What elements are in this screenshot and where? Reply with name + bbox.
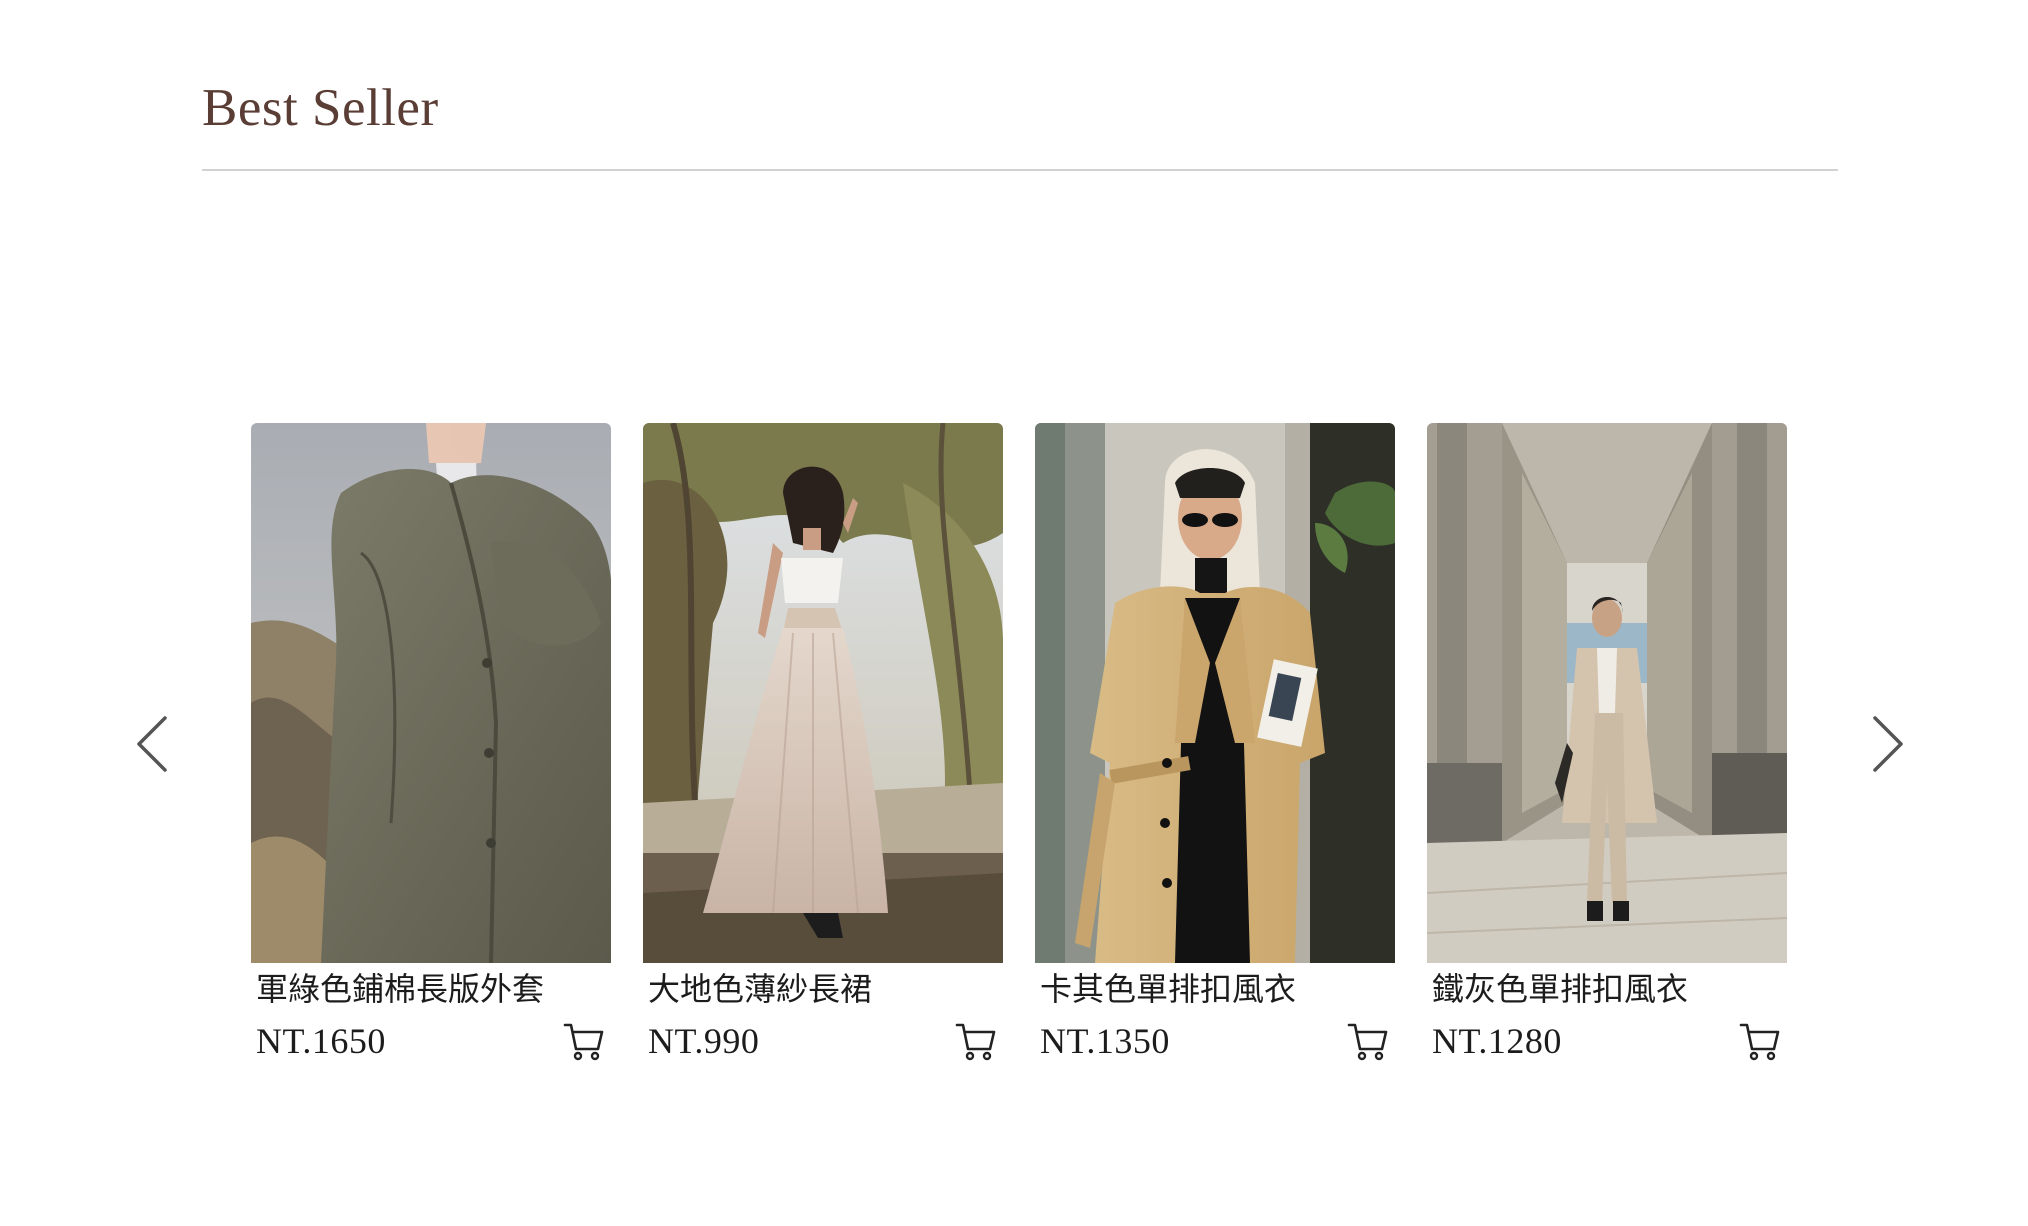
shopping-cart-icon xyxy=(1347,1023,1388,1061)
product-name[interactable]: 鐵灰色單排扣風衣 xyxy=(1432,968,1787,1010)
product-image[interactable] xyxy=(1427,423,1787,963)
carousel-next-button[interactable] xyxy=(1864,712,1912,776)
shopping-cart-icon xyxy=(563,1023,604,1061)
product-card[interactable]: 卡其色單排扣風衣 NT.1350 xyxy=(1035,423,1395,1068)
chevron-right-icon xyxy=(1873,716,1903,772)
title-divider xyxy=(202,169,1838,171)
chevron-left-icon xyxy=(137,716,167,772)
add-to-cart-button[interactable] xyxy=(561,1018,607,1064)
product-image[interactable] xyxy=(643,423,1003,963)
add-to-cart-button[interactable] xyxy=(1345,1018,1391,1064)
shopping-cart-icon xyxy=(955,1023,996,1061)
add-to-cart-button[interactable] xyxy=(1737,1018,1783,1064)
shopping-cart-icon xyxy=(1739,1023,1780,1061)
product-card[interactable]: 鐵灰色單排扣風衣 NT.1280 xyxy=(1427,423,1787,1068)
product-carousel: 軍綠色鋪棉長版外套 NT.1650 大地色薄紗長裙 NT.990 卡其色單排扣風… xyxy=(251,423,1787,1068)
carousel-prev-button[interactable] xyxy=(128,712,176,776)
product-card[interactable]: 大地色薄紗長裙 NT.990 xyxy=(643,423,1003,1068)
product-card[interactable]: 軍綠色鋪棉長版外套 NT.1650 xyxy=(251,423,611,1068)
product-price: NT.1280 xyxy=(1432,1021,1562,1061)
product-image[interactable] xyxy=(1035,423,1395,963)
section-title: Best Seller xyxy=(202,79,439,137)
product-price: NT.990 xyxy=(648,1021,760,1061)
product-price: NT.1350 xyxy=(1040,1021,1170,1061)
product-name[interactable]: 軍綠色鋪棉長版外套 xyxy=(256,968,611,1010)
product-price: NT.1650 xyxy=(256,1021,386,1061)
product-name[interactable]: 大地色薄紗長裙 xyxy=(648,968,1003,1010)
product-image[interactable] xyxy=(251,423,611,963)
product-name[interactable]: 卡其色單排扣風衣 xyxy=(1040,968,1395,1010)
add-to-cart-button[interactable] xyxy=(953,1018,999,1064)
